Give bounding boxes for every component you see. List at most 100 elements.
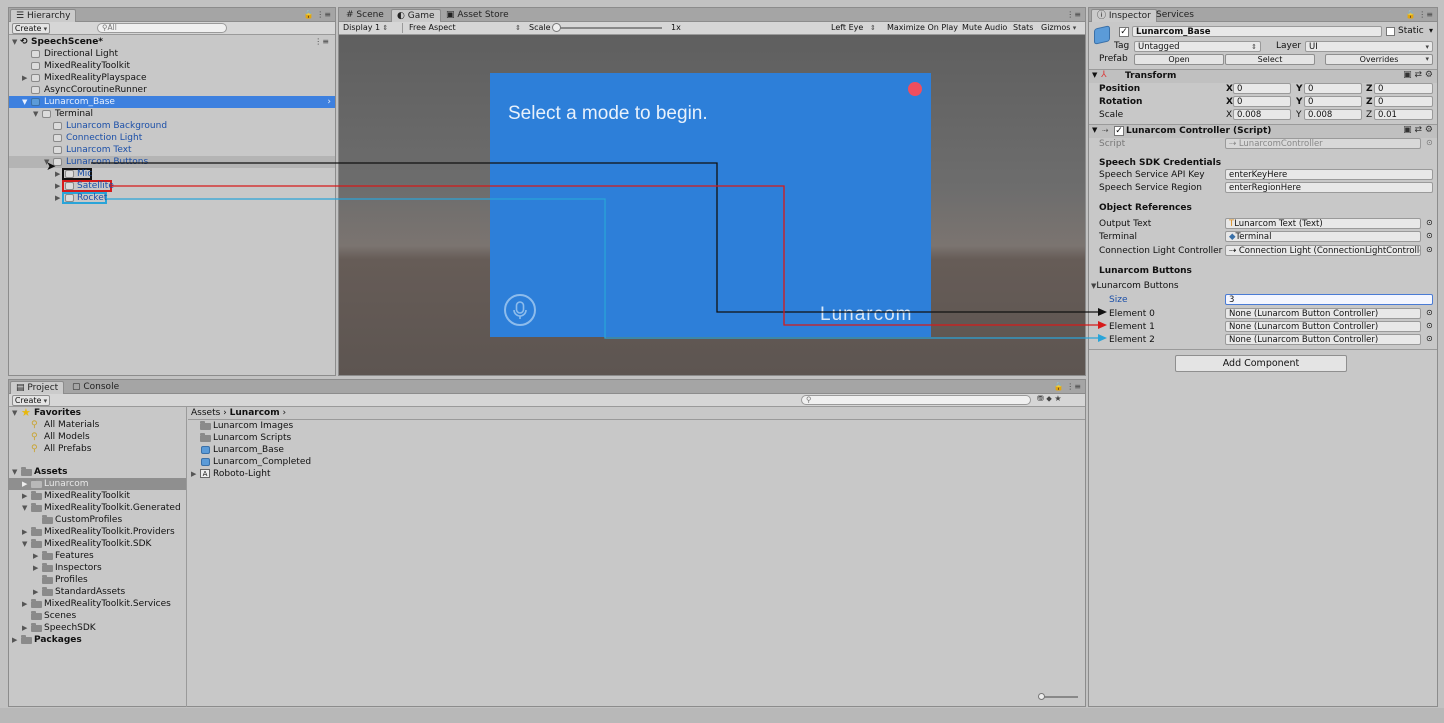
scale-y-label[interactable]: Y — [1296, 110, 1302, 120]
scale-z-label[interactable]: Z — [1366, 110, 1372, 120]
object-picker-icon[interactable]: ⊙ — [1426, 321, 1433, 330]
hierarchy-item-lunarcom-text[interactable]: Lunarcom Text — [9, 144, 335, 156]
add-component-button[interactable]: Add Component — [1175, 355, 1347, 372]
panel-menu-icon[interactable]: ⋮≡ — [1066, 10, 1081, 19]
object-picker-icon[interactable]: ⊙ — [1426, 218, 1433, 227]
component-enabled-checkbox[interactable]: ✓ — [1114, 126, 1124, 136]
scale-y-field[interactable]: 0.008 — [1304, 109, 1362, 120]
tab-hierarchy[interactable]: ☰ Hierarchy — [10, 9, 77, 22]
collapse-arrow-icon[interactable]: ▶ — [22, 598, 27, 610]
connection-light-field[interactable]: ⇢ Connection Light (ConnectionLightContr… — [1225, 245, 1421, 256]
hierarchy-item-terminal[interactable]: ▼ Terminal — [9, 108, 335, 120]
packages-row[interactable]: ▶ Packages — [9, 634, 186, 646]
collapse-arrow-icon[interactable]: ▶ — [33, 562, 38, 574]
scale-slider[interactable] — [552, 23, 662, 32]
object-picker-icon[interactable]: ⊙ — [1426, 138, 1433, 147]
file-lunarcom-completed[interactable]: Lunarcom_Completed — [188, 456, 1085, 468]
tag-dropdown[interactable]: Untagged ⇕ — [1134, 41, 1261, 52]
tree-item-custom-profiles[interactable]: CustomProfiles — [9, 514, 186, 526]
hierarchy-item-directional-light[interactable]: Directional Light — [9, 48, 335, 60]
size-field[interactable]: 3 — [1225, 294, 1433, 305]
element-0-field[interactable]: None (Lunarcom Button Controller) — [1225, 308, 1421, 319]
object-name-field[interactable]: Lunarcom_Base — [1132, 26, 1382, 37]
mute-audio-toggle[interactable]: Mute Audio — [962, 22, 1007, 34]
tab-asset-store[interactable]: ▣ Asset Store — [441, 9, 514, 22]
tree-item-mrtk-generated[interactable]: ▼ MixedRealityToolkit.Generated — [9, 502, 186, 514]
favorite-all-models[interactable]: ⚲ All Models — [9, 431, 186, 443]
object-picker-icon[interactable]: ⊙ — [1426, 245, 1433, 254]
tree-item-lunarcom[interactable]: ▶ Lunarcom — [9, 478, 186, 490]
collapse-arrow-icon[interactable]: ▶ — [55, 192, 60, 204]
hierarchy-item-playspace[interactable]: ▶ MixedRealityPlayspace — [9, 72, 335, 84]
slider-thumb[interactable] — [552, 23, 561, 32]
position-z-field[interactable]: 0 — [1374, 83, 1433, 94]
mic-button[interactable] — [504, 294, 536, 326]
tree-item-mrtk-providers[interactable]: ▶ MixedRealityToolkit.Providers — [9, 526, 186, 538]
aspect-dropdown[interactable]: Free Aspect ⇕ — [409, 22, 521, 34]
tab-console[interactable]: ▢ Console — [67, 381, 124, 394]
favorites-row[interactable]: ▼ ★ Favorites — [9, 407, 186, 419]
file-lunarcom-scripts[interactable]: Lunarcom Scripts — [188, 432, 1085, 444]
lunarcom-buttons-foldout[interactable]: ▼Lunarcom Buttons — [1091, 281, 1179, 291]
prefab-open-button[interactable]: Open — [1134, 54, 1224, 65]
hierarchy-item-mic[interactable]: ▶ Mic — [9, 168, 335, 180]
tree-item-profiles[interactable]: Profiles — [9, 574, 186, 586]
icon-size-slider[interactable] — [1038, 693, 1078, 700]
maximize-on-play-toggle[interactable]: Maximize On Play — [887, 22, 958, 34]
chevron-right-icon[interactable]: › — [327, 96, 331, 108]
hierarchy-item-lunarcom-buttons[interactable]: ▼ Lunarcom Buttons — [9, 156, 335, 168]
scale-x-field[interactable]: 0.008 — [1233, 109, 1291, 120]
position-z-label[interactable]: Z — [1366, 84, 1373, 94]
favorite-all-materials[interactable]: ⚲ All Materials — [9, 419, 186, 431]
tab-scene[interactable]: # Scene — [341, 9, 389, 22]
position-x-field[interactable]: 0 — [1233, 83, 1291, 94]
tab-project[interactable]: ▤ Project — [10, 381, 65, 394]
collapse-arrow-icon[interactable]: ▶ — [22, 622, 27, 634]
file-lunarcom-images[interactable]: Lunarcom Images — [188, 420, 1085, 432]
scale-x-label[interactable]: X — [1226, 110, 1232, 120]
collapse-arrow-icon[interactable]: ▶ — [55, 180, 60, 192]
tab-inspector[interactable]: ⓘ Inspector — [1091, 9, 1157, 22]
assets-row[interactable]: ▼ Assets — [9, 466, 186, 478]
hierarchy-item-coroutine-runner[interactable]: AsyncCoroutineRunner — [9, 84, 335, 96]
filter-icons[interactable]: ⛃ ⬥ ★ — [1037, 394, 1062, 404]
hierarchy-create-button[interactable]: Create ▾ — [12, 23, 50, 34]
transform-header[interactable]: ▼ ⅄ Transform ▣ ⇄ ⚙ — [1089, 70, 1437, 83]
position-y-label[interactable]: Y — [1296, 84, 1303, 94]
position-x-label[interactable]: X — [1226, 84, 1233, 94]
hierarchy-item-lunarcom-base[interactable]: ▼ Lunarcom_Base › — [9, 96, 335, 108]
stats-toggle[interactable]: Stats — [1013, 22, 1033, 34]
scene-menu-icon[interactable]: ⋮≡ — [314, 36, 329, 48]
object-picker-icon[interactable]: ⊙ — [1426, 308, 1433, 317]
project-search-input[interactable]: ⚲ — [801, 395, 1031, 405]
object-picker-icon[interactable]: ⊙ — [1426, 334, 1433, 343]
layer-dropdown[interactable]: UI ▾ — [1305, 41, 1433, 52]
file-roboto-light[interactable]: ▶ A Roboto-Light — [188, 468, 1085, 480]
tab-game[interactable]: ◐ Game — [391, 9, 441, 22]
hierarchy-item-satellite[interactable]: ▶ Satellite — [9, 180, 335, 192]
prefab-select-button[interactable]: Select — [1225, 54, 1315, 65]
static-dropdown-icon[interactable]: ▾ — [1429, 26, 1433, 35]
tree-item-inspectors[interactable]: ▶ Inspectors — [9, 562, 186, 574]
object-picker-icon[interactable]: ⊙ — [1426, 231, 1433, 240]
hierarchy-item-background[interactable]: Lunarcom Background — [9, 120, 335, 132]
position-y-field[interactable]: 0 — [1304, 83, 1362, 94]
prefab-overrides-dropdown[interactable]: Overrides ▾ — [1325, 54, 1433, 65]
hierarchy-item-rocket[interactable]: ▶ Rocket — [9, 192, 335, 204]
expand-arrow-icon[interactable]: ▼ — [33, 108, 38, 120]
collapse-arrow-icon[interactable]: ▶ — [22, 490, 27, 502]
tree-item-mrtk[interactable]: ▶ MixedRealityToolkit — [9, 490, 186, 502]
tree-item-mrtk-services[interactable]: ▶ MixedRealityToolkit.Services — [9, 598, 186, 610]
tree-item-standard-assets[interactable]: ▶ StandardAssets — [9, 586, 186, 598]
rotation-x-label[interactable]: X — [1226, 97, 1233, 107]
controller-header[interactable]: ▼ ⇢ ✓ Lunarcom Controller (Script) ▣ ⇄ ⚙ — [1089, 125, 1437, 138]
left-eye-dropdown[interactable]: Left Eye ⇕ — [831, 22, 876, 34]
panel-menu-icon[interactable]: 🔒 ⋮≡ — [1054, 382, 1081, 391]
rotation-y-field[interactable]: 0 — [1304, 96, 1362, 107]
breadcrumb-current[interactable]: Lunarcom — [230, 408, 280, 418]
expand-arrow-icon[interactable]: ▼ — [22, 538, 27, 550]
foldout-arrow-icon[interactable]: ▼ — [1092, 126, 1097, 134]
region-field[interactable]: enterRegionHere — [1225, 182, 1433, 193]
rotation-y-label[interactable]: Y — [1296, 97, 1303, 107]
game-viewport[interactable]: Select a mode to begin. Lunarcom — [339, 35, 1085, 375]
